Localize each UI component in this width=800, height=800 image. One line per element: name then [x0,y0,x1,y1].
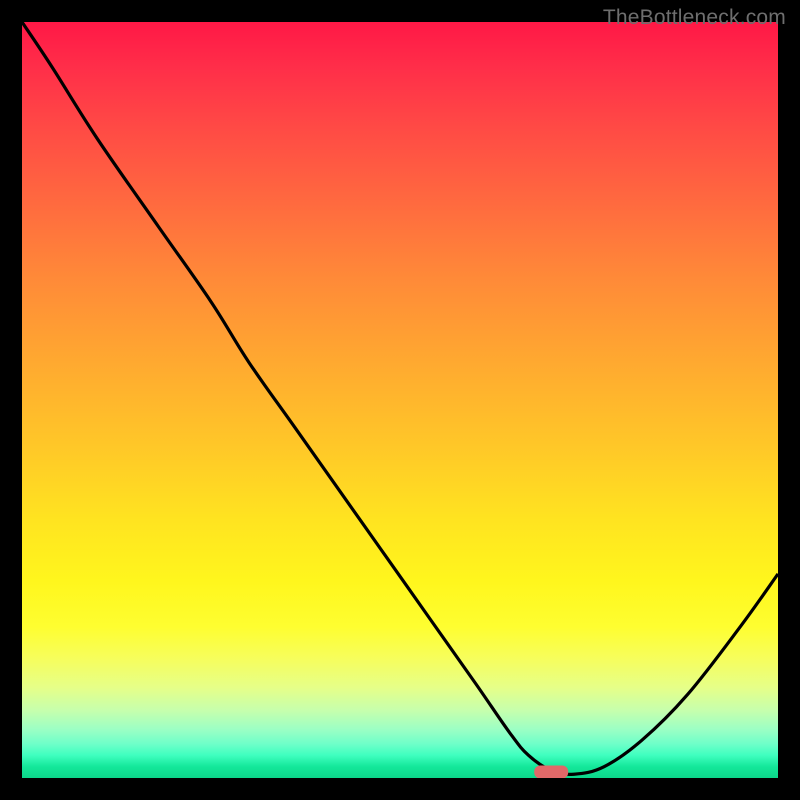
chart-svg [22,22,778,778]
watermark-text: TheBottleneck.com [603,6,786,30]
optimal-marker [534,765,568,778]
bottleneck-curve [22,22,778,774]
plot-area [22,22,778,778]
